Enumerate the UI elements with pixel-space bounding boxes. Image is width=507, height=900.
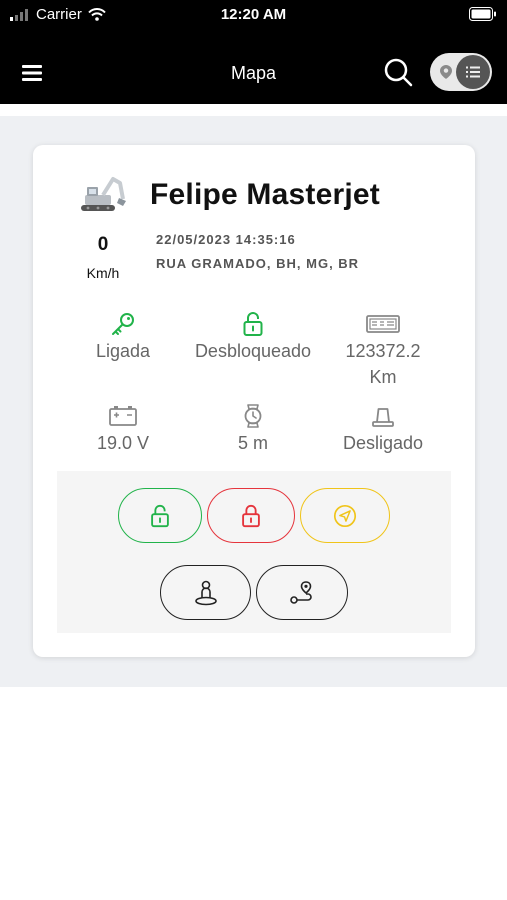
stat-label: Desligado bbox=[342, 433, 424, 453]
nav-bar: Mapa bbox=[0, 30, 507, 104]
stat-ignition: Ligada bbox=[58, 310, 188, 364]
key-icon bbox=[112, 313, 134, 335]
list-icon bbox=[466, 66, 480, 78]
lock-icon bbox=[242, 504, 260, 527]
battery-icon bbox=[109, 406, 137, 426]
status-bar: Carrier 12:20 AM bbox=[0, 0, 507, 30]
nav-separator bbox=[0, 104, 507, 116]
vehicle-name: Felipe Masterjet bbox=[150, 178, 380, 211]
stat-label: 5 m bbox=[237, 433, 268, 453]
stat-battery: 19.0 V bbox=[58, 402, 188, 456]
unlock-icon bbox=[151, 504, 169, 527]
unlock-icon bbox=[243, 312, 263, 336]
speed-value: 0 bbox=[97, 234, 109, 255]
navigation-icon bbox=[333, 504, 357, 527]
unlock-button[interactable] bbox=[118, 488, 202, 543]
vehicle-card[interactable]: Felipe Masterjet 0 Km/h 22/05/2023 14:35… bbox=[33, 145, 475, 657]
map-list-toggle[interactable] bbox=[430, 53, 492, 91]
stat-label: 123372.2 Km bbox=[345, 341, 421, 387]
clock: 12:20 AM bbox=[220, 6, 287, 23]
siren-icon bbox=[372, 408, 394, 427]
excavator-icon bbox=[81, 177, 126, 211]
search-icon[interactable] bbox=[382, 56, 414, 88]
stat-siren: Desligado bbox=[318, 402, 448, 456]
route-history-button[interactable] bbox=[256, 565, 348, 620]
vehicle-address: RUA GRAMADO, BH, MG, BR bbox=[156, 256, 360, 271]
stat-label: Ligada bbox=[95, 341, 151, 361]
route-icon bbox=[290, 580, 312, 604]
last-update-datetime: 22/05/2023 14:35:16 bbox=[156, 232, 296, 247]
content-area: Felipe Masterjet 0 Km/h 22/05/2023 14:35… bbox=[0, 116, 507, 687]
stat-label: 19.0 V bbox=[96, 433, 150, 453]
street-view-button[interactable] bbox=[160, 565, 251, 620]
battery-status-icon bbox=[469, 7, 496, 21]
lock-button[interactable] bbox=[207, 488, 295, 543]
map-pin-icon bbox=[440, 65, 452, 79]
stat-label: Desbloqueado bbox=[194, 341, 312, 361]
stat-lock: Desbloqueado bbox=[188, 310, 318, 364]
action-panel bbox=[57, 471, 451, 633]
toggle-knob bbox=[456, 55, 490, 89]
speed-unit: Km/h bbox=[86, 265, 120, 281]
stat-odometer: 123372.2 Km bbox=[318, 310, 448, 390]
watch-icon bbox=[244, 404, 262, 428]
person-location-icon bbox=[194, 580, 217, 605]
odometer-icon bbox=[366, 315, 400, 333]
stat-time: 5 m bbox=[188, 402, 318, 456]
navigate-button[interactable] bbox=[300, 488, 390, 543]
